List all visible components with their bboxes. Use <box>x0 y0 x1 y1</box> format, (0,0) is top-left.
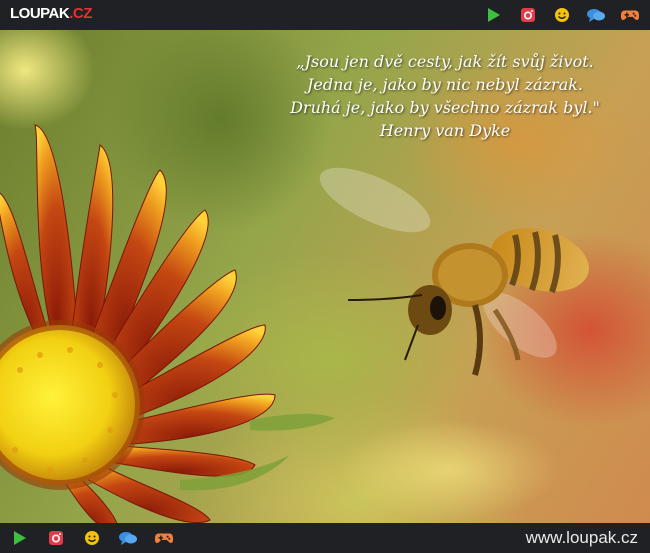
site-logo[interactable]: LOUPAK.CZ <box>10 5 92 22</box>
bottom-icon-group <box>10 523 174 553</box>
smiley-icon[interactable] <box>552 5 572 25</box>
quote-line: „Jsou jen dvě cesty, jak žít svůj život. <box>296 52 594 71</box>
chat-icon[interactable] <box>586 5 606 25</box>
instagram-icon[interactable] <box>46 528 66 548</box>
quote-author: Henry van Dyke <box>379 121 511 140</box>
chat-icon[interactable] <box>118 528 138 548</box>
gamepad-icon[interactable] <box>620 5 640 25</box>
logo-suffix: .CZ <box>69 5 92 22</box>
site-url[interactable]: www.loupak.cz <box>526 528 638 548</box>
logo-main: LOUPAK <box>10 5 70 22</box>
quote-text: „Jsou jen dvě cesty, jak žít svůj život.… <box>265 50 625 142</box>
instagram-icon[interactable] <box>518 5 538 25</box>
bottom-bar: www.loupak.cz <box>0 523 650 553</box>
play-icon[interactable] <box>484 5 504 25</box>
top-icon-group <box>484 0 640 30</box>
bee <box>319 167 589 376</box>
quote-line: Druhá je, jako by všechno zázrak byl." <box>290 98 600 117</box>
gamepad-icon[interactable] <box>154 528 174 548</box>
quote-line: Jedna je, jako by nic nebyl zázrak. <box>306 75 584 94</box>
play-icon[interactable] <box>10 528 30 548</box>
top-bar: LOUPAK.CZ <box>0 0 650 30</box>
main-image: „Jsou jen dvě cesty, jak žít svůj život.… <box>0 30 650 523</box>
smiley-icon[interactable] <box>82 528 102 548</box>
flower <box>0 124 335 523</box>
